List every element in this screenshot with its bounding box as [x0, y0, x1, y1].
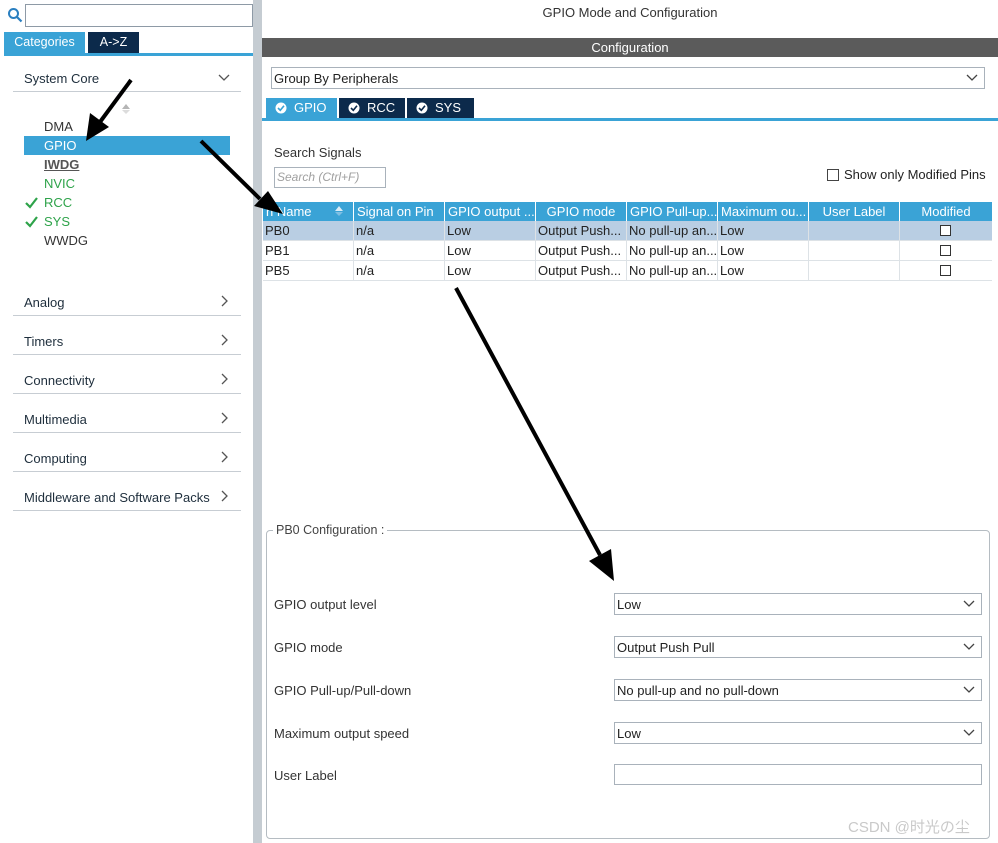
- chevron-right-icon: [221, 334, 228, 346]
- max-output-speed-select[interactable]: Low: [614, 722, 982, 744]
- modified-checkbox[interactable]: [940, 225, 951, 236]
- mode-configuration-panel: GPIO Mode and Configuration Configuratio…: [262, 0, 998, 843]
- tree-item-nvic[interactable]: NVIC: [24, 174, 230, 193]
- category-connectivity[interactable]: Connectivity: [13, 366, 241, 394]
- modified-checkbox[interactable]: [940, 245, 951, 256]
- column-header-gpio-output-level[interactable]: GPIO output ...: [445, 202, 536, 221]
- tree-item-dma[interactable]: DMA: [24, 117, 230, 136]
- column-header-signal-on-pin[interactable]: Signal on Pin: [354, 202, 445, 221]
- signal-search-input[interactable]: Search (Ctrl+F): [274, 167, 386, 188]
- table-header: n Name Signal on Pin GPIO output ... GPI…: [263, 202, 992, 221]
- tab-sys[interactable]: SYS: [407, 98, 474, 118]
- tree-item-wwdg[interactable]: WWDG: [24, 231, 230, 250]
- category-search-input[interactable]: [25, 4, 253, 27]
- check-icon: [25, 216, 38, 228]
- table-row[interactable]: PB0 n/a Low Output Push... No pull-up an…: [263, 221, 992, 241]
- check-icon: [25, 197, 38, 209]
- category-multimedia[interactable]: Multimedia: [13, 405, 241, 433]
- categories-panel: Categories A->Z System Core DMA GPIO IWD…: [0, 0, 253, 843]
- group-title: PB0 Configuration :: [273, 523, 388, 537]
- tab-categories[interactable]: Categories: [4, 32, 85, 53]
- tree-item-rcc[interactable]: RCC: [24, 193, 230, 212]
- sort-caret-icon: [122, 104, 130, 114]
- column-header-user-label[interactable]: User Label: [809, 202, 900, 221]
- gpio-mode-select[interactable]: Output Push Pull: [614, 636, 982, 658]
- chevron-down-icon: [963, 686, 975, 693]
- app-window: Categories A->Z System Core DMA GPIO IWD…: [0, 0, 998, 843]
- chevron-right-icon: [221, 451, 228, 463]
- column-header-gpio-pull[interactable]: GPIO Pull-up...: [627, 202, 718, 221]
- chevron-right-icon: [221, 295, 228, 307]
- field-label: GPIO mode: [274, 640, 343, 655]
- modified-cell: [900, 261, 992, 281]
- gpio-output-level-select[interactable]: Low: [614, 593, 982, 615]
- field-label: GPIO Pull-up/Pull-down: [274, 683, 412, 698]
- table-row[interactable]: PB5 n/a Low Output Push... No pull-up an…: [263, 261, 992, 281]
- chevron-down-icon: [218, 74, 230, 81]
- category-timers[interactable]: Timers: [13, 327, 241, 355]
- watermark: CSDN @时光の尘: [848, 819, 970, 836]
- category-system-core[interactable]: System Core: [13, 64, 241, 92]
- field-label: Maximum output speed: [274, 726, 410, 741]
- group-by-select[interactable]: Group By Peripherals: [271, 67, 985, 89]
- modified-cell: [900, 241, 992, 261]
- tab-a-to-z[interactable]: A->Z: [88, 32, 139, 53]
- category-computing[interactable]: Computing: [13, 444, 241, 472]
- chevron-down-icon: [966, 74, 978, 81]
- category-search-row: [0, 2, 253, 28]
- chevron-down-icon: [963, 729, 975, 736]
- tab-gpio[interactable]: GPIO: [266, 98, 337, 118]
- check-circle-icon: [416, 102, 428, 114]
- tab-underline: [262, 118, 998, 121]
- check-circle-icon: [275, 102, 287, 114]
- modified-checkbox[interactable]: [940, 265, 951, 276]
- column-header-max-output-speed[interactable]: Maximum ou...: [718, 202, 809, 221]
- panel-title: GPIO Mode and Configuration: [542, 5, 718, 20]
- tree-item-sys[interactable]: SYS: [24, 212, 230, 231]
- search-signals-label: Search Signals: [274, 145, 362, 160]
- field-label: GPIO output level: [274, 597, 377, 612]
- check-circle-icon: [348, 102, 360, 114]
- field-label: User Label: [274, 768, 337, 783]
- chevron-down-icon: [963, 643, 975, 650]
- modified-cell: [900, 221, 992, 241]
- tree-item-gpio[interactable]: GPIO: [24, 136, 230, 155]
- user-label-input[interactable]: [614, 764, 982, 785]
- tab-rcc[interactable]: RCC: [339, 98, 405, 118]
- panel-splitter[interactable]: [253, 0, 262, 843]
- search-icon: [8, 8, 23, 23]
- configuration-header: Configuration: [262, 38, 998, 57]
- chevron-right-icon: [221, 412, 228, 424]
- chevron-down-icon: [963, 600, 975, 607]
- tree-item-iwdg[interactable]: IWDG: [24, 155, 230, 174]
- category-analog[interactable]: Analog: [13, 288, 241, 316]
- column-header-pin-name[interactable]: n Name: [263, 202, 354, 221]
- chevron-right-icon: [221, 490, 228, 502]
- checkbox[interactable]: [827, 169, 839, 181]
- column-header-gpio-mode[interactable]: GPIO mode: [536, 202, 627, 221]
- chevron-right-icon: [221, 373, 228, 385]
- category-middleware[interactable]: Middleware and Software Packs: [13, 483, 241, 511]
- pb0-configuration-group: PB0 Configuration : GPIO output level Lo…: [266, 523, 990, 839]
- tab-underline: [4, 53, 253, 56]
- category-label: System Core: [24, 71, 100, 86]
- table-row[interactable]: PB1 n/a Low Output Push... No pull-up an…: [263, 241, 992, 261]
- gpio-pull-select[interactable]: No pull-up and no pull-down: [614, 679, 982, 701]
- column-header-modified[interactable]: Modified: [900, 202, 992, 221]
- sort-icon: [335, 206, 343, 216]
